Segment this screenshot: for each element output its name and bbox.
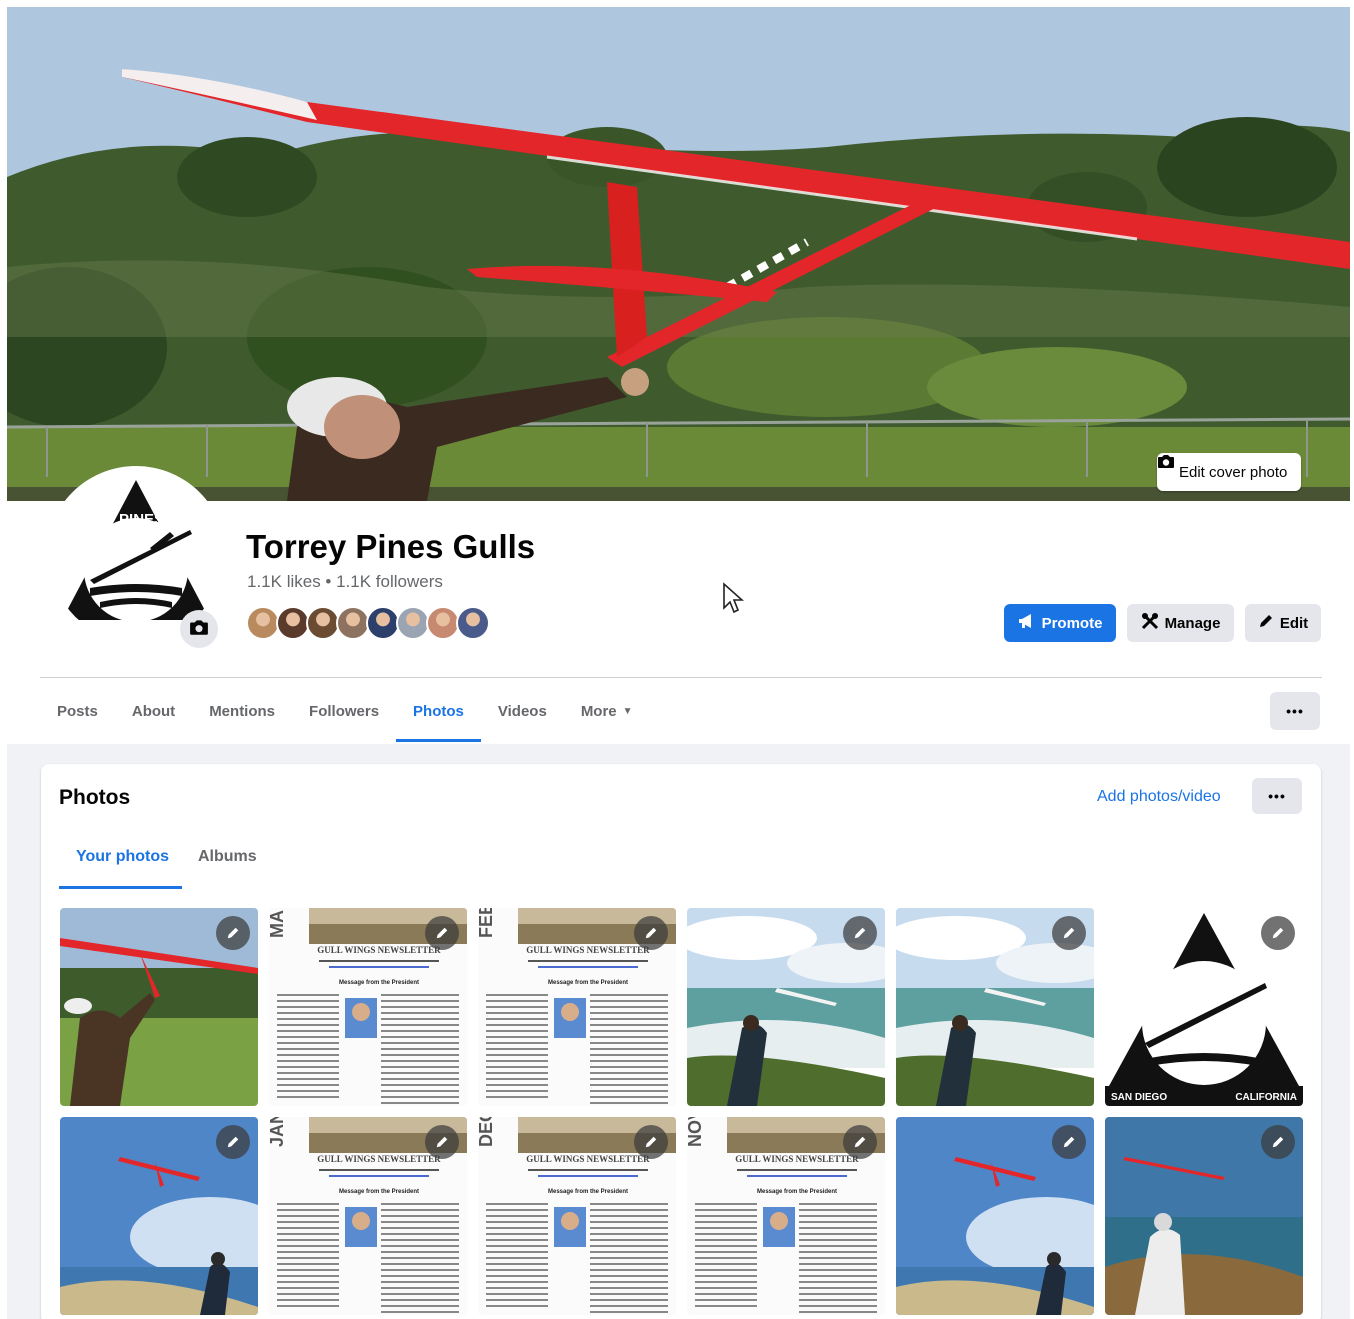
svg-text:NOV: NOV: [687, 1117, 705, 1147]
follower-avatars[interactable]: [246, 606, 490, 640]
follower-avatar[interactable]: [426, 606, 460, 640]
promote-label: Promote: [1041, 614, 1103, 632]
edit-photo-pencil-icon[interactable]: [425, 916, 459, 950]
follower-avatar[interactable]: [396, 606, 430, 640]
edit-photo-pencil-icon[interactable]: [843, 916, 877, 950]
ellipsis-icon: •••: [1286, 703, 1304, 719]
svg-text:Message from the President: Message from the President: [548, 1189, 628, 1195]
subtab-active-indicator: [59, 886, 182, 889]
add-photos-video-link[interactable]: Add photos/video: [1097, 788, 1221, 806]
photo-thumbnail[interactable]: MA GULL WINGS NEWSLETTER Message from th…: [269, 908, 467, 1106]
page-more-options-button[interactable]: •••: [1270, 692, 1320, 730]
photo-thumbnail[interactable]: [896, 908, 1094, 1106]
mouse-pointer-icon: [722, 582, 745, 619]
svg-text:JAN: JAN: [269, 1117, 287, 1147]
update-profile-picture-button[interactable]: [180, 610, 218, 648]
svg-text:GULL WINGS NEWSLETTER: GULL WINGS NEWSLETTER: [317, 945, 441, 955]
photo-thumbnail[interactable]: FEB GULL WINGS NEWSLETTER Message from t…: [478, 908, 676, 1106]
photo-thumbnail[interactable]: SAN DIEGO CALIFORNIA: [1105, 908, 1303, 1106]
svg-text:GULL WINGS NEWSLETTER: GULL WINGS NEWSLETTER: [526, 1154, 650, 1164]
edit-photo-pencil-icon[interactable]: [1261, 1125, 1295, 1159]
manage-button[interactable]: Manage: [1127, 604, 1234, 642]
svg-text:CALIFORNIA: CALIFORNIA: [1235, 1092, 1297, 1103]
photo-thumbnail[interactable]: [687, 908, 885, 1106]
photo-thumbnail[interactable]: [60, 1117, 258, 1315]
svg-text:Message from the President: Message from the President: [339, 1189, 419, 1195]
svg-text:Message from the President: Message from the President: [757, 1189, 837, 1195]
svg-text:FEB: FEB: [478, 908, 496, 938]
cover-photo-image: [7, 7, 1350, 501]
promote-button[interactable]: Promote: [1004, 604, 1116, 642]
tab-about[interactable]: About: [115, 688, 192, 734]
edit-photo-pencil-icon[interactable]: [425, 1125, 459, 1159]
edit-photo-pencil-icon[interactable]: [1052, 916, 1086, 950]
photo-thumbnail[interactable]: [1105, 1117, 1303, 1315]
edit-photo-pencil-icon[interactable]: [216, 1125, 250, 1159]
photo-thumbnail[interactable]: DEC GULL WINGS NEWSLETTER Message from t…: [478, 1117, 676, 1315]
tab-more-label: More: [580, 702, 617, 720]
page-title: Torrey Pines Gulls: [246, 528, 536, 565]
tab-followers[interactable]: Followers: [292, 688, 396, 734]
photos-heading: Photos: [59, 786, 131, 809]
photo-thumbnail[interactable]: NOV GULL WINGS NEWSLETTER Message from t…: [687, 1117, 885, 1315]
photo-thumbnail[interactable]: [896, 1117, 1094, 1315]
tab-mentions[interactable]: Mentions: [192, 688, 292, 734]
subtab-albums[interactable]: Albums: [198, 848, 257, 866]
caret-down-icon: ▼: [622, 705, 633, 717]
follower-avatar[interactable]: [276, 606, 310, 640]
edit-label: Edit: [1279, 614, 1309, 632]
edit-photo-pencil-icon[interactable]: [843, 1125, 877, 1159]
manage-tools-icon: [1141, 612, 1159, 634]
follower-avatar[interactable]: [306, 606, 340, 640]
svg-text:DEC: DEC: [478, 1117, 496, 1147]
edit-photo-pencil-icon[interactable]: [634, 916, 668, 950]
svg-text:Message from the President: Message from the President: [339, 980, 419, 986]
edit-photo-pencil-icon[interactable]: [1052, 1125, 1086, 1159]
svg-text:Message from the President: Message from the President: [548, 980, 628, 986]
follower-avatar[interactable]: [366, 606, 400, 640]
ellipsis-icon: •••: [1268, 788, 1286, 804]
svg-text:SAN DIEGO: SAN DIEGO: [1111, 1092, 1167, 1103]
header-divider: [40, 677, 1322, 678]
logo-top-text: TORREY PINES GULLS: [53, 511, 219, 528]
page-tabs: Posts About Mentions Followers Photos Vi…: [40, 688, 650, 742]
tab-videos[interactable]: Videos: [481, 688, 564, 734]
edit-photo-pencil-icon[interactable]: [1261, 916, 1295, 950]
edit-photo-pencil-icon[interactable]: [634, 1125, 668, 1159]
edit-photo-pencil-icon[interactable]: [216, 916, 250, 950]
edit-cover-photo-button[interactable]: Edit cover photo: [1157, 453, 1302, 491]
camera-icon: [189, 618, 209, 641]
edit-page-button[interactable]: Edit: [1245, 604, 1321, 642]
manage-label: Manage: [1164, 614, 1221, 632]
tab-more[interactable]: More ▼: [564, 688, 650, 734]
page-stats[interactable]: 1.1K likes • 1.1K followers: [247, 572, 443, 592]
tab-posts[interactable]: Posts: [40, 688, 115, 734]
svg-text:MA: MA: [269, 910, 287, 938]
pencil-icon: [1258, 613, 1274, 633]
cover-photo: Edit cover photo: [7, 7, 1350, 501]
svg-text:GULL WINGS NEWSLETTER: GULL WINGS NEWSLETTER: [317, 1154, 441, 1164]
svg-text:GULL WINGS NEWSLETTER: GULL WINGS NEWSLETTER: [735, 1154, 859, 1164]
edit-cover-photo-label: Edit cover photo: [1179, 463, 1288, 481]
photo-thumbnail[interactable]: [60, 908, 258, 1106]
svg-text:GULL WINGS NEWSLETTER: GULL WINGS NEWSLETTER: [526, 945, 650, 955]
photos-more-options-button[interactable]: •••: [1252, 778, 1302, 814]
follower-avatar[interactable]: [246, 606, 280, 640]
megaphone-icon: [1018, 613, 1036, 633]
tab-photos[interactable]: Photos: [396, 688, 481, 742]
follower-avatar[interactable]: [336, 606, 370, 640]
follower-avatar[interactable]: [456, 606, 490, 640]
photo-thumbnail[interactable]: JAN GULL WINGS NEWSLETTER Message from t…: [269, 1117, 467, 1315]
subtab-your-photos[interactable]: Your photos: [76, 848, 169, 866]
photos-card: Photos Add photos/video ••• Your photos …: [41, 764, 1321, 1319]
